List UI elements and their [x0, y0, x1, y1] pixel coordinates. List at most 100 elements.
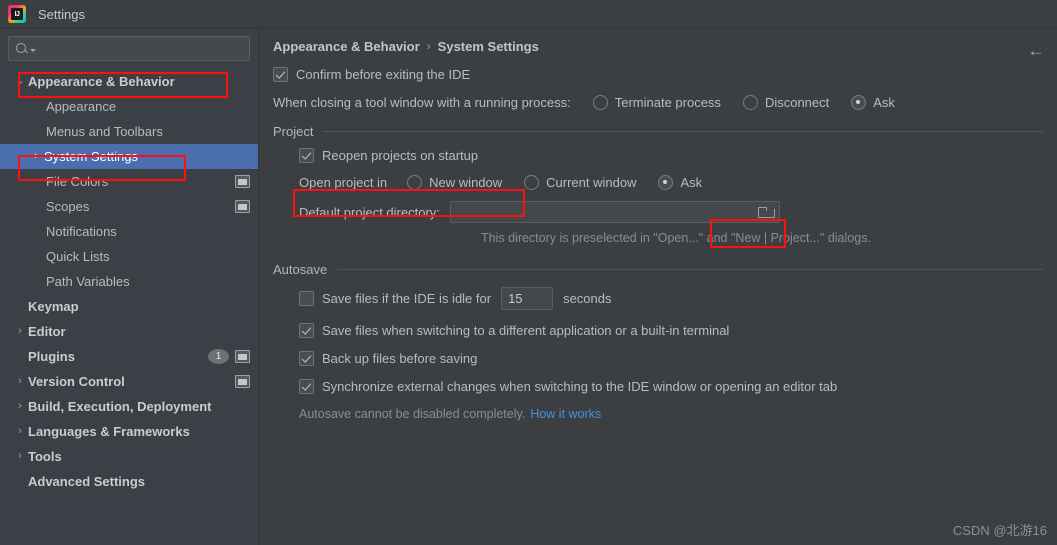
reopen-projects-label: Reopen projects on startup	[322, 148, 479, 163]
breadcrumb-parent[interactable]: Appearance & Behavior	[273, 39, 420, 54]
open-project-in-option[interactable]: Current window	[524, 175, 636, 190]
title-bar: Settings	[0, 0, 1057, 29]
folder-icon[interactable]	[757, 206, 775, 218]
chevron-icon[interactable]: ›	[12, 376, 28, 387]
sidebar-item-scopes[interactable]: Scopes	[0, 194, 258, 219]
open-project-in-label: Open project in	[299, 175, 388, 190]
sidebar-item-build-execution-deployment[interactable]: › Build, Execution, Deployment	[0, 394, 258, 419]
default-dir-hint: This directory is preselected in "Open..…	[481, 231, 871, 245]
sidebar-item-path-variables[interactable]: Path Variables	[0, 269, 258, 294]
sidebar-item-system-settings[interactable]: › System Settings	[0, 144, 258, 169]
sidebar-item-appearance-behavior[interactable]: ⌄ Appearance & Behavior	[0, 69, 258, 94]
sidebar-item-plugins[interactable]: Plugins 1	[0, 344, 258, 369]
tool-window-close-option[interactable]: Ask	[851, 95, 895, 110]
confirm-exit-row[interactable]: Confirm before exiting the IDE	[273, 67, 1043, 82]
window-icon	[235, 175, 250, 188]
autosave-section-header: Autosave	[273, 262, 1043, 277]
window-title: Settings	[38, 6, 85, 22]
default-dir-hint-row: This directory is preselected in "Open..…	[481, 231, 1043, 245]
chevron-icon[interactable]: ⌄	[12, 76, 28, 87]
autosave-section-divider	[337, 269, 1043, 270]
tool-window-close-row: When closing a tool window with a runnin…	[273, 95, 1043, 110]
window-body: ⌄ Appearance & Behavior Appearance Menus an…	[0, 29, 1057, 545]
sidebar-item-label: System Settings	[44, 149, 138, 164]
open-project-in-options: New window Current window Ask	[407, 175, 702, 190]
tool-window-close-option[interactable]: Terminate process	[592, 95, 721, 110]
autosave-option-row[interactable]: Back up files before saving	[299, 351, 1043, 366]
how-it-works-link[interactable]: How it works	[530, 407, 601, 421]
reopen-projects-checkbox[interactable]	[299, 148, 314, 163]
confirm-exit-checkbox[interactable]	[273, 67, 288, 82]
sidebar-item-label: Scopes	[46, 199, 90, 214]
tool-window-close-radio[interactable]	[592, 95, 608, 110]
sidebar-item-file-colors[interactable]: File Colors	[0, 169, 258, 194]
chevron-icon[interactable]: ›	[12, 326, 28, 337]
sidebar-item-notifications[interactable]: Notifications	[0, 219, 258, 244]
default-dir-field[interactable]	[449, 201, 780, 223]
tool-window-close-label: Disconnect	[764, 95, 830, 110]
open-project-in-radio[interactable]	[407, 175, 423, 190]
tool-window-close-radio[interactable]	[851, 95, 867, 110]
search-input[interactable]	[36, 40, 243, 57]
sidebar-item-tools[interactable]: › Tools	[0, 444, 258, 469]
sidebar-item-advanced-settings[interactable]: Advanced Settings	[0, 469, 258, 494]
settings-sidebar: ⌄ Appearance & Behavior Appearance Menus an…	[0, 29, 259, 545]
breadcrumb: Appearance & Behavior › System Settings	[273, 29, 1043, 63]
open-project-in-option[interactable]: Ask	[658, 175, 702, 190]
chevron-icon[interactable]: ›	[12, 426, 28, 437]
tool-window-close-option[interactable]: Disconnect	[742, 95, 830, 110]
settings-main-panel: Appearance & Behavior › System Settings …	[259, 29, 1057, 545]
chevron-icon[interactable]: ›	[12, 451, 28, 462]
chevron-icon[interactable]: ›	[12, 401, 28, 412]
sidebar-item-menus-and-toolbars[interactable]: Menus and Toolbars	[0, 119, 258, 144]
autosave-option-row[interactable]: Synchronize external changes when switch…	[299, 379, 1043, 394]
sidebar-item-label: Tools	[28, 449, 62, 464]
sidebar-item-label: Quick Lists	[46, 249, 110, 264]
back-arrow-icon[interactable]: ←	[1025, 39, 1047, 61]
window-icon	[235, 375, 250, 388]
open-project-in-radio[interactable]	[658, 175, 674, 190]
sidebar-item-label: Appearance & Behavior	[28, 74, 175, 89]
default-dir-label: Default project directory:	[299, 204, 440, 220]
autosave-idle-row: Save files if the IDE is idle for 15 sec…	[299, 287, 1043, 310]
breadcrumb-current: System Settings	[437, 38, 539, 54]
sidebar-item-version-control[interactable]: › Version Control	[0, 369, 258, 394]
open-project-in-option[interactable]: New window	[407, 175, 502, 190]
tool-window-close-radio[interactable]	[742, 95, 758, 110]
autosave-idle-label-after: seconds	[563, 291, 612, 306]
tool-window-close-options: Terminate process Disconnect Ask	[592, 95, 895, 110]
sidebar-item-label: Advanced Settings	[28, 474, 146, 489]
autosave-option-row[interactable]: Save files when switching to a different…	[299, 323, 1043, 338]
sidebar-item-label: Keymap	[28, 299, 79, 314]
sidebar-item-keymap[interactable]: Keymap	[0, 294, 258, 319]
window-icon	[235, 200, 250, 213]
settings-window: Settings ⌄Appearance & BehaviorAppearanc…	[0, 0, 1057, 545]
sidebar-item-label: Notifications	[46, 224, 117, 239]
sidebar-item-languages-frameworks[interactable]: › Languages & Frameworks	[0, 419, 258, 444]
sidebar-item-label: Build, Execution, Deployment	[28, 399, 212, 414]
sidebar-item-label: Version Control	[28, 374, 125, 389]
sidebar-item-appearance[interactable]: Appearance	[0, 94, 258, 119]
confirm-exit-label: Confirm before exiting the IDE	[296, 67, 471, 82]
autosave-option-checkbox[interactable]	[299, 323, 314, 338]
autosave-option-checkbox[interactable]	[299, 351, 314, 366]
sidebar-search-wrap	[0, 29, 258, 67]
plugins-update-badge: 1	[208, 349, 229, 364]
autosave-idle-seconds-input[interactable]: 15	[501, 287, 554, 310]
sidebar-item-label: File Colors	[46, 174, 109, 189]
search-box[interactable]	[8, 36, 250, 61]
reopen-projects-row[interactable]: Reopen projects on startup	[299, 148, 1043, 163]
intellij-idea-logo-icon	[8, 5, 26, 23]
autosave-idle-label-before: Save files if the IDE is idle for	[322, 291, 492, 306]
sidebar-item-label: Menus and Toolbars	[46, 124, 163, 139]
chevron-icon[interactable]: ›	[28, 151, 44, 162]
sidebar-item-quick-lists[interactable]: Quick Lists	[0, 244, 258, 269]
autosave-footer-row: Autosave cannot be disabled completely. …	[299, 407, 1043, 421]
autosave-options: Save files when switching to a different…	[273, 323, 1043, 394]
sidebar-item-editor[interactable]: › Editor	[0, 319, 258, 344]
autosave-idle-checkbox[interactable]	[299, 291, 314, 306]
autosave-option-checkbox[interactable]	[299, 379, 314, 394]
autosave-option-label: Synchronize external changes when switch…	[322, 379, 838, 394]
sidebar-item-label: Plugins	[28, 349, 75, 364]
open-project-in-radio[interactable]	[524, 175, 540, 190]
